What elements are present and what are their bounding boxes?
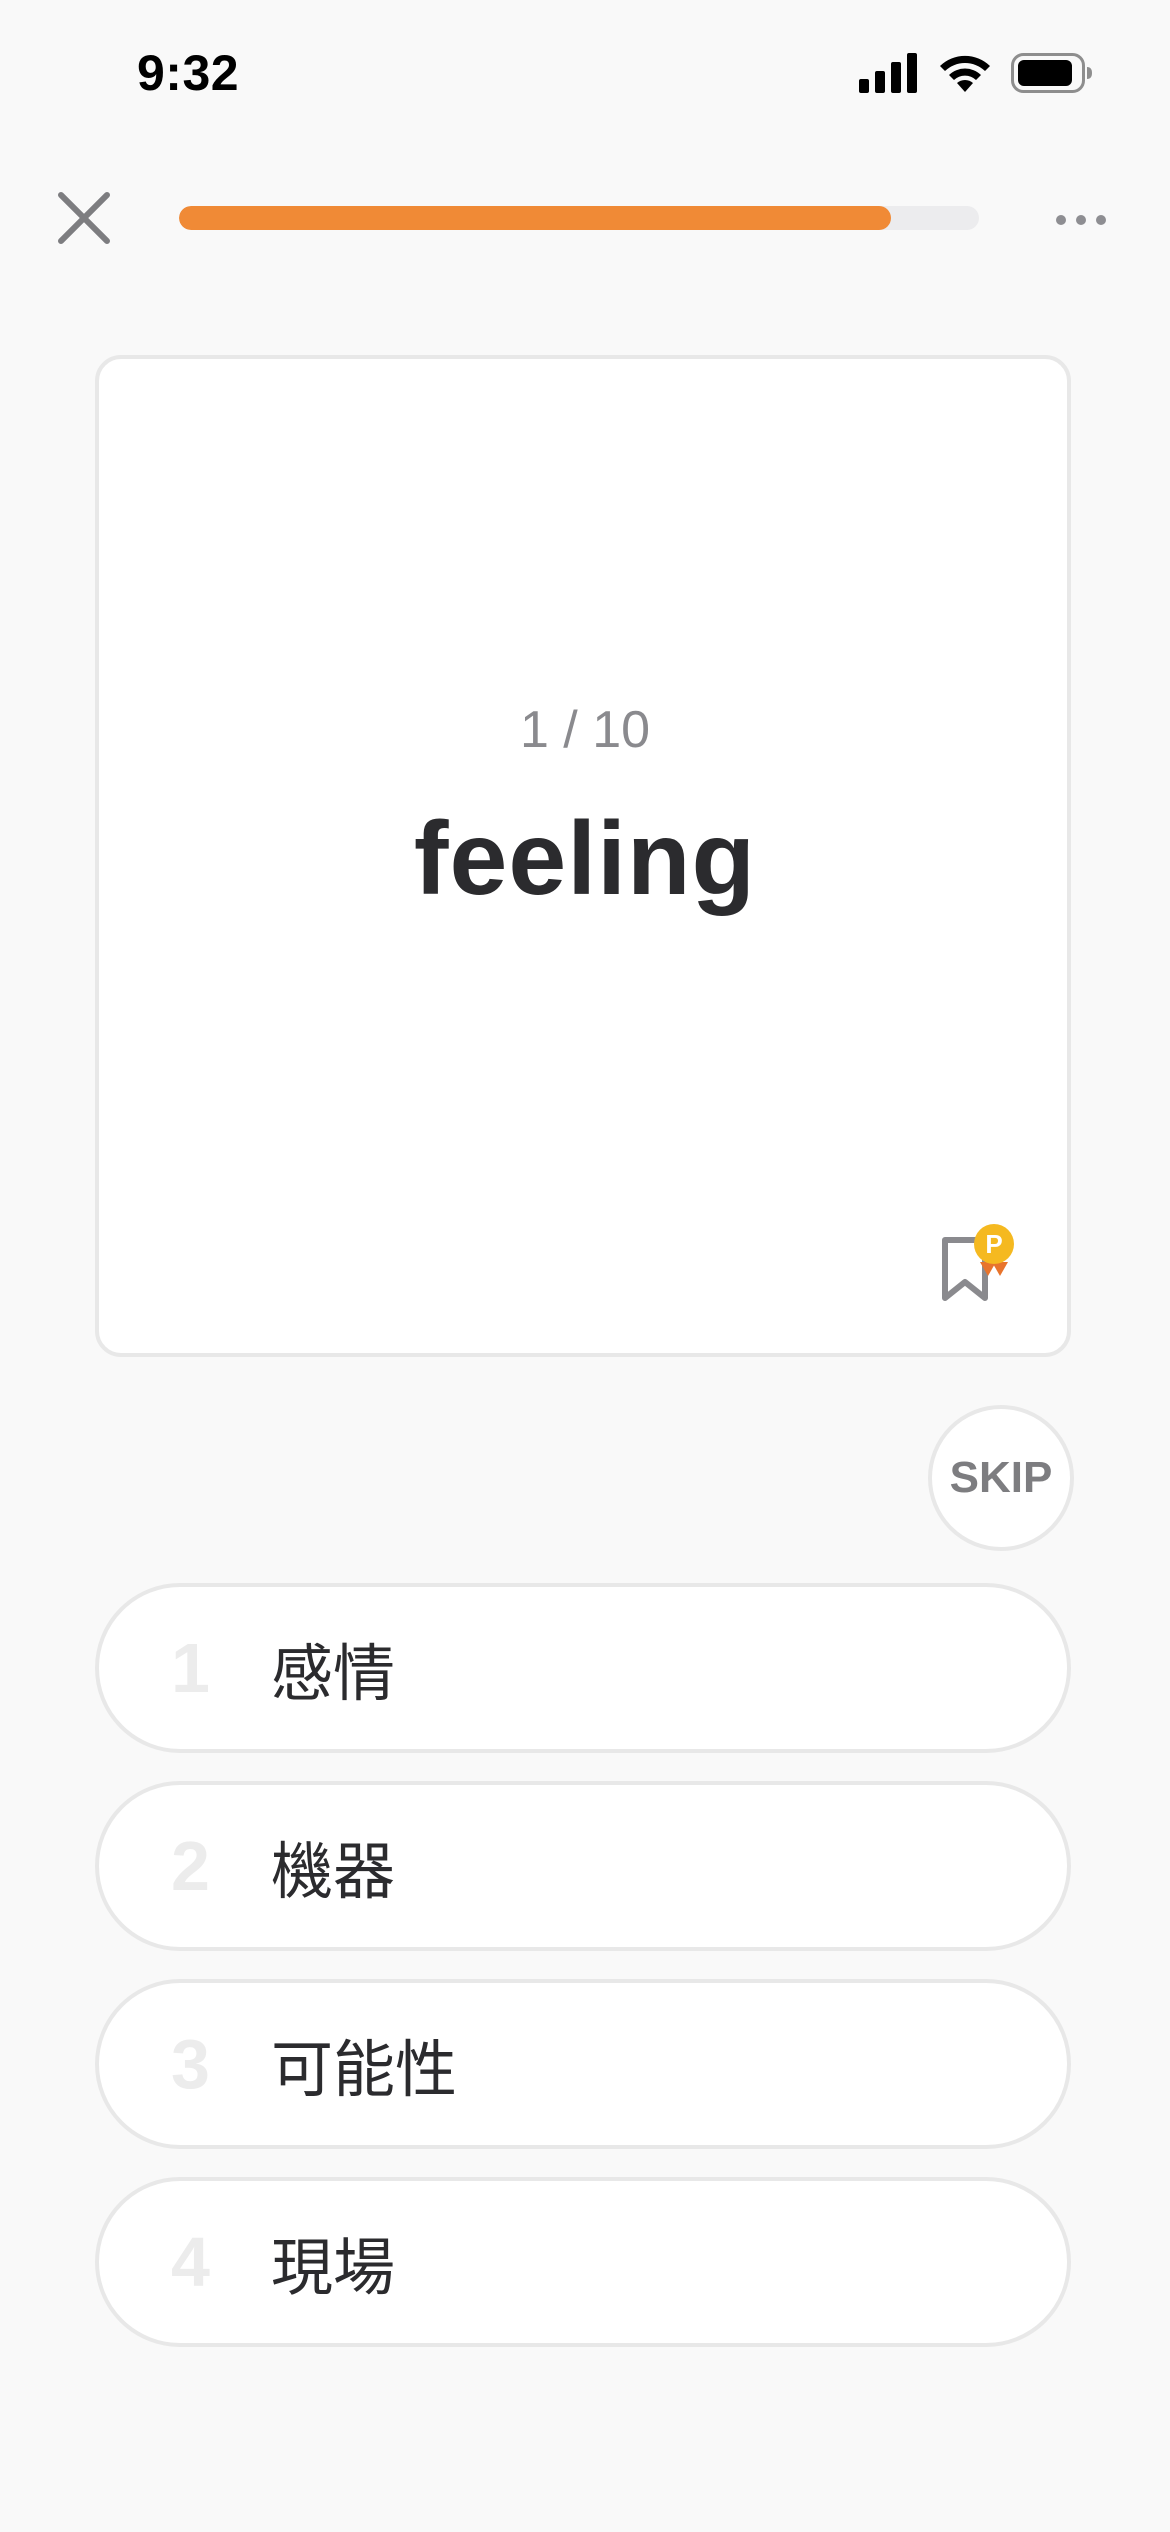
battery-icon (1011, 53, 1093, 97)
answer-option-1[interactable]: 1 感情 (95, 1583, 1071, 1753)
option-number: 3 (171, 2025, 210, 2103)
progress-fill (179, 206, 891, 230)
status-time: 9:32 (137, 45, 240, 101)
status-icons (859, 52, 1093, 98)
skip-button[interactable]: SKIP (928, 1405, 1074, 1551)
option-number: 1 (171, 1629, 210, 1707)
close-icon (57, 191, 111, 249)
bookmark-button[interactable]: P (940, 1222, 1020, 1312)
answer-option-3[interactable]: 3 可能性 (95, 1979, 1071, 2149)
option-text: 感情 (271, 1637, 396, 1710)
more-button[interactable] (1049, 200, 1113, 240)
bookmark-premium-icon: P (942, 1224, 1014, 1301)
wifi-icon (937, 52, 993, 98)
option-text: 機器 (271, 1835, 396, 1908)
vocabulary-word: feeling (413, 801, 757, 917)
option-number: 2 (171, 1827, 210, 1905)
answer-option-4[interactable]: 4 現場 (95, 2177, 1071, 2347)
cellular-signal-icon (859, 53, 919, 97)
progress-bar (179, 206, 979, 230)
option-number: 4 (171, 2223, 210, 2301)
option-text: 現場 (271, 2231, 396, 2304)
more-horizontal-icon (1055, 211, 1107, 230)
bookmark-badge-label: P (985, 1229, 1002, 1259)
answer-option-2[interactable]: 2 機器 (95, 1781, 1071, 1951)
close-button[interactable] (54, 190, 114, 250)
option-text: 可能性 (271, 2033, 458, 2106)
question-counter: 1 / 10 (519, 701, 651, 759)
